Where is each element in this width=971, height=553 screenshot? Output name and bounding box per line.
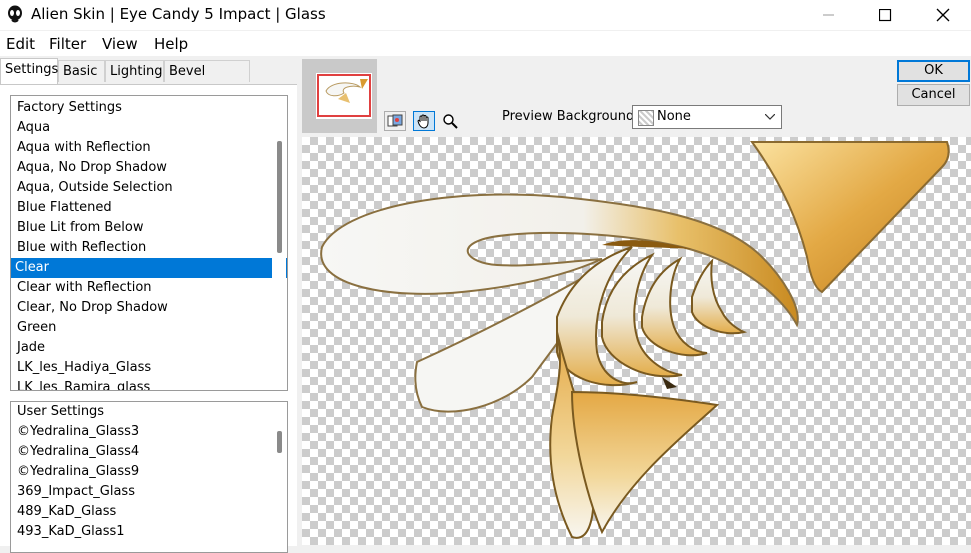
tab-bevel-profile[interactable]: Bevel Profile [164, 60, 250, 101]
cancel-button[interactable]: Cancel [897, 84, 970, 106]
zoom-icon [443, 114, 458, 129]
preset-lk-les-hadiya-glass[interactable]: LK_les_Hadiya_Glass [11, 358, 287, 378]
preset-aqua-no-drop-shadow[interactable]: Aqua, No Drop Shadow [11, 158, 287, 178]
background-swatch-icon [638, 110, 654, 126]
menu-bar: Edit Filter View Help [0, 31, 971, 56]
hand-tool-button[interactable] [413, 111, 435, 131]
preset-clear-label: Clear [13, 258, 51, 277]
settings-panel: Factory Settings Aqua Aqua with Reflecti… [0, 84, 297, 553]
preview-artwork [320, 141, 950, 539]
navigator-thumbnail[interactable] [302, 59, 377, 133]
preset-lk-les-ramira-glass[interactable]: LK_les_Ramira_glass [11, 378, 287, 390]
user-preset-489-kad-glass[interactable]: 489_KaD_Glass [11, 502, 287, 522]
tab-settings[interactable]: Settings [0, 58, 58, 84]
preset-clear-with-reflection[interactable]: Clear with Reflection [11, 278, 287, 298]
factory-list-scrollbar[interactable] [272, 97, 286, 389]
ok-button[interactable]: OK [897, 60, 970, 82]
close-icon [936, 8, 950, 22]
menu-view[interactable]: View [102, 35, 138, 53]
tab-lighting[interactable]: Lighting [105, 60, 164, 82]
preset-jade[interactable]: Jade [11, 338, 287, 358]
preview-canvas[interactable] [302, 137, 971, 545]
user-preset-yedralina-glass9[interactable]: ©Yedralina_Glass9 [11, 462, 287, 482]
maximize-button[interactable] [862, 0, 908, 30]
toggle-preview-icon [387, 114, 403, 127]
user-preset-yedralina-glass4[interactable]: ©Yedralina_Glass4 [11, 442, 287, 462]
preview-background-select[interactable]: None [632, 105, 782, 129]
user-settings-header: User Settings [17, 404, 105, 419]
preset-green[interactable]: Green [11, 318, 287, 338]
factory-settings-list[interactable]: Factory Settings Aqua Aqua with Reflecti… [10, 95, 288, 391]
factory-settings-header: Factory Settings [17, 100, 122, 115]
minimize-icon [823, 14, 834, 16]
zoom-tool-button[interactable] [439, 111, 461, 131]
preset-blue-lit-from-below[interactable]: Blue Lit from Below [11, 218, 287, 238]
minimize-button[interactable] [806, 0, 852, 30]
window-title: Alien Skin | Eye Candy 5 Impact | Glass [31, 5, 326, 23]
title-bar: Alien Skin | Eye Candy 5 Impact | Glass [0, 0, 971, 30]
tab-basic[interactable]: Basic [58, 60, 105, 82]
preset-blue-with-reflection[interactable]: Blue with Reflection [11, 238, 287, 258]
user-settings-list[interactable]: User Settings ©Yedralina_Glass3 ©Yedrali… [10, 401, 288, 553]
preset-clear[interactable]: Clear [11, 258, 287, 278]
toggle-preview-button[interactable] [384, 111, 406, 131]
preset-blue-flattened[interactable]: Blue Flattened [11, 198, 287, 218]
menu-filter[interactable]: Filter [49, 35, 86, 53]
menu-edit[interactable]: Edit [6, 35, 35, 53]
user-list-scroll-thumb[interactable] [277, 431, 282, 453]
user-list-scrollbar[interactable] [272, 403, 286, 551]
user-preset-493-kad-glass1[interactable]: 493_KaD_Glass1 [11, 522, 287, 542]
tab-strip: Settings Basic Lighting Bevel Profile [0, 58, 300, 101]
preview-background-label: Preview Background: [502, 109, 639, 124]
hand-icon [417, 114, 429, 129]
alien-skin-icon [8, 5, 22, 23]
preset-clear-no-drop-shadow[interactable]: Clear, No Drop Shadow [11, 298, 287, 318]
user-preset-369-impact-glass[interactable]: 369_Impact_Glass [11, 482, 287, 502]
preset-aqua[interactable]: Aqua [11, 118, 287, 138]
factory-list-scroll-thumb[interactable] [277, 141, 282, 253]
preview-background-value: None [657, 109, 691, 124]
menu-help[interactable]: Help [154, 35, 188, 53]
preset-aqua-with-reflection[interactable]: Aqua with Reflection [11, 138, 287, 158]
close-button[interactable] [920, 0, 966, 30]
navigator-viewport-frame[interactable] [317, 74, 371, 117]
preset-aqua-outside-selection[interactable]: Aqua, Outside Selection [11, 178, 287, 198]
chevron-down-icon [765, 114, 775, 120]
maximize-icon [878, 8, 891, 21]
user-preset-yedralina-glass3[interactable]: ©Yedralina_Glass3 [11, 422, 287, 442]
